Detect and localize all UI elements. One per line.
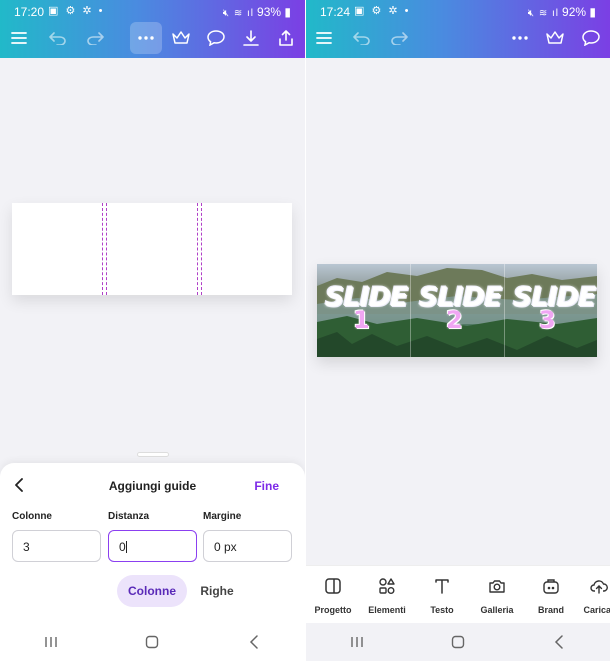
tool-progetto[interactable]: Progetto (306, 574, 360, 615)
editor-toolbar (306, 22, 610, 56)
recent-apps-icon[interactable] (337, 628, 377, 656)
battery-level: 92% (562, 5, 587, 19)
system-nav-bar (0, 628, 305, 656)
status-notification-icons: ▣ ⚙ ✲ • (354, 5, 411, 17)
distance-label: Distanza (108, 511, 150, 522)
undo-icon[interactable] (347, 22, 377, 54)
menu-icon[interactable] (309, 22, 339, 54)
tool-label: Brand (537, 605, 564, 615)
recent-apps-icon[interactable] (31, 628, 71, 656)
tool-label: Elementi (368, 605, 406, 615)
crown-icon[interactable] (166, 22, 196, 54)
tool-label: Caricar (583, 605, 610, 615)
editor-toolbar (0, 22, 305, 56)
column-guide (197, 203, 198, 295)
column-guide (106, 203, 107, 295)
column-guide (102, 203, 103, 295)
tool-label: Testo (430, 605, 454, 615)
home-icon[interactable] (438, 628, 478, 656)
tool-label: Progetto (314, 605, 352, 615)
comment-icon[interactable] (576, 22, 606, 54)
battery-level: 93% (257, 5, 282, 19)
status-bar: 17:24 ▣ ⚙ ✲ • 🔇︎ ≋ ıl 92% ▮ (306, 0, 610, 24)
sheet-drag-handle[interactable] (137, 452, 169, 457)
text-cursor (125, 541, 127, 553)
redo-icon[interactable] (384, 22, 414, 54)
system-back-icon[interactable] (234, 628, 274, 656)
tool-testo[interactable]: Testo (415, 574, 469, 615)
tool-caricamenti[interactable]: Caricar (572, 574, 610, 615)
right-screen: 17:24 ▣ ⚙ ✲ • 🔇︎ ≋ ıl 92% ▮ SLIDE 1 SLID… (306, 0, 610, 661)
slide-3-number: 3 (539, 306, 556, 334)
tool-elementi[interactable]: Elementi (360, 574, 414, 615)
column-guide (201, 203, 202, 295)
tool-galleria[interactable]: Galleria (470, 574, 524, 615)
redo-icon[interactable] (80, 22, 110, 54)
slide-1-number: 1 (353, 306, 370, 334)
comment-icon[interactable] (201, 22, 231, 54)
status-right: 🔇︎ ≋ ıl 93% ▮ (223, 5, 291, 19)
left-screen: 17:20 ▣ ⚙ ✲ • 🔇︎ ≋ ıl 93% ▮ Aggiungi gui… (0, 0, 305, 661)
download-icon[interactable] (236, 22, 266, 54)
battery-icon: ▮ (284, 5, 291, 19)
crown-icon[interactable] (540, 22, 570, 54)
layout-icon (306, 574, 360, 598)
tool-label: Galleria (480, 605, 514, 615)
camera-icon (470, 574, 524, 598)
top-bar: 17:20 ▣ ⚙ ✲ • 🔇︎ ≋ ıl 93% ▮ (0, 0, 305, 58)
more-icon[interactable] (505, 22, 535, 54)
done-button[interactable]: Fine (254, 479, 279, 493)
menu-icon[interactable] (4, 22, 34, 54)
columns-label: Colonne (12, 511, 52, 522)
undo-icon[interactable] (43, 22, 73, 54)
status-bar: 17:20 ▣ ⚙ ✲ • 🔇︎ ≋ ıl 93% ▮ (0, 0, 305, 24)
design-canvas[interactable] (12, 203, 292, 295)
upload-cloud-icon (572, 574, 610, 598)
tool-brand[interactable]: Brand (524, 574, 578, 615)
top-bar: 17:24 ▣ ⚙ ✲ • 🔇︎ ≋ ıl 92% ▮ (306, 0, 610, 58)
margin-label: Margine (203, 511, 242, 522)
column-guide (410, 264, 411, 357)
system-back-icon[interactable] (539, 628, 579, 656)
status-right: 🔇︎ ≋ ıl 92% ▮ (528, 5, 596, 19)
status-notification-icons: ▣ ⚙ ✲ • (48, 5, 105, 17)
home-icon[interactable] (132, 628, 172, 656)
sheet-header: Aggiungi guide Fine (0, 477, 305, 497)
column-guide (504, 264, 505, 357)
signal-icons: 🔇︎ ≋ ıl (527, 8, 560, 19)
tab-columns[interactable]: Colonne (117, 575, 187, 607)
signal-icons: 🔇︎ ≋ ıl (222, 8, 255, 19)
distance-field-value: 0 (119, 540, 126, 554)
text-icon (415, 574, 469, 598)
share-icon[interactable] (271, 22, 301, 54)
slide-2-number: 2 (446, 306, 463, 334)
more-icon[interactable] (130, 22, 162, 54)
battery-icon: ▮ (589, 5, 596, 19)
design-canvas[interactable]: SLIDE 1 SLIDE 2 SLIDE 3 (317, 264, 597, 357)
margin-field[interactable]: 0 px (203, 530, 292, 562)
columns-field[interactable]: 3 (12, 530, 101, 562)
system-nav-bar (306, 628, 610, 656)
tab-rows[interactable]: Righe (194, 575, 240, 607)
status-time: 17:24 (320, 5, 351, 19)
shapes-icon (360, 574, 414, 598)
brand-icon (524, 574, 578, 598)
distance-field[interactable]: 0 (108, 530, 197, 562)
editor-tool-bar: Progetto Elementi Testo Galleria Brand C… (306, 565, 610, 623)
status-time: 17:20 (14, 5, 45, 19)
